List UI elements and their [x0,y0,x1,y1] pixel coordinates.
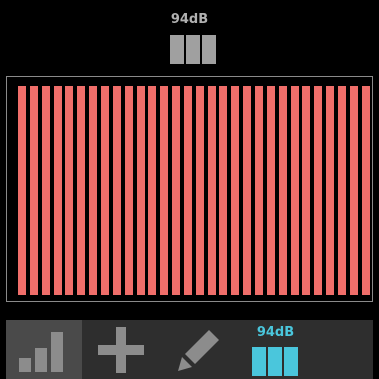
bar-chart-icon [19,332,63,372]
equalizer-bar[interactable] [89,86,97,295]
level-bar [268,347,282,376]
equalizer-bar[interactable] [196,86,204,295]
equalizer-bar[interactable] [113,86,121,295]
level-tab-label: 94dB [256,325,295,340]
equalizer-bar[interactable] [267,86,275,295]
equalizer-bar[interactable] [65,86,73,295]
level-bar [170,35,184,64]
equalizer-bar[interactable] [137,86,145,295]
level-tab-button[interactable]: 94dB [238,320,313,379]
equalizer-display[interactable] [6,76,373,302]
plus-icon [98,327,144,373]
equalizer-bar[interactable] [54,86,62,295]
level-meter-icon [252,347,298,376]
equalizer-bar[interactable] [160,86,168,295]
equalizer-bar[interactable] [231,86,239,295]
equalizer-bar[interactable] [172,86,180,295]
equalizer-bar[interactable] [243,86,251,295]
equalizer-bar[interactable] [326,86,334,295]
equalizer-bar[interactable] [42,86,50,295]
equalizer-bar[interactable] [362,86,370,295]
level-bar [186,35,200,64]
equalizer-bar[interactable] [125,86,133,295]
add-button[interactable] [90,320,152,379]
equalizer-bar[interactable] [255,86,263,295]
top-level-indicator: 94dB [0,0,379,76]
level-meter-icon [170,35,216,64]
equalizer-bar[interactable] [184,86,192,295]
pencil-icon [178,330,219,371]
bottom-toolbar: 94dB [6,320,373,379]
equalizer-bar[interactable] [338,86,346,295]
equalizer-bar[interactable] [101,86,109,295]
equalizer-bar[interactable] [302,86,310,295]
stats-tab-button[interactable] [6,320,82,379]
equalizer-bar[interactable] [208,86,216,295]
edit-button[interactable] [164,320,234,379]
level-bar [252,347,266,376]
equalizer-bar[interactable] [279,86,287,295]
equalizer-bar[interactable] [18,86,26,295]
equalizer-bar[interactable] [350,86,358,295]
equalizer-bar[interactable] [219,86,227,295]
equalizer-bar[interactable] [148,86,156,295]
level-bar [284,347,298,376]
equalizer-bars [18,80,371,297]
equalizer-bar[interactable] [314,86,322,295]
level-bar [202,35,216,64]
equalizer-bar[interactable] [291,86,299,295]
level-db-label: 94dB [170,12,209,27]
equalizer-bar[interactable] [77,86,85,295]
equalizer-bar[interactable] [30,86,38,295]
